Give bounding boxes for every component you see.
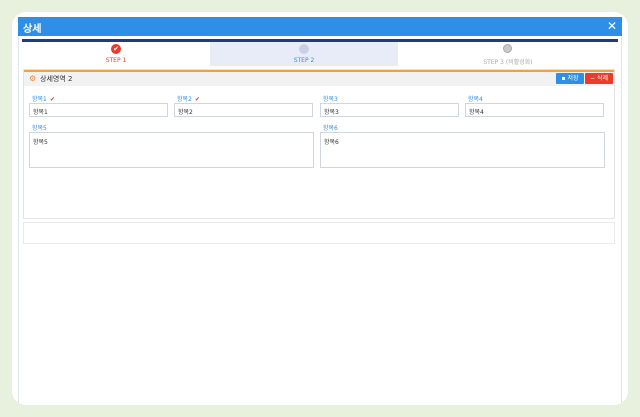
dialog-title: 상세: [23, 24, 42, 35]
save-label: 저장: [567, 75, 579, 82]
save-icon: ▪: [561, 75, 566, 82]
field-1-input[interactable]: 항목1: [29, 103, 168, 117]
field-1-label: 항목1 ✔: [32, 96, 55, 103]
field-6-label: 항목6: [323, 125, 338, 132]
dialog-content: ✔ STEP 1 STEP 2 STEP 3 (비활성화) ⚙ 상세영역 2 ▪…: [18, 36, 622, 405]
gear-icon: ⚙: [29, 74, 37, 83]
delete-icon: −: [590, 75, 596, 82]
section-title: 상세영역 2: [40, 75, 73, 83]
step-2-indicator-icon: [299, 44, 309, 54]
field-3-input[interactable]: 항목3: [320, 103, 459, 117]
detail-section: ⚙ 상세영역 2 ▪ 저장 − 삭제 항목1 ✔ 항목2 ✔ 항목3 항목4 항…: [23, 69, 615, 219]
dialog-titlebar: 상세 ✕: [18, 17, 622, 36]
step-2[interactable]: STEP 2: [210, 42, 398, 66]
step-1[interactable]: ✔ STEP 1: [22, 42, 210, 66]
field-4-label: 항목4: [468, 96, 483, 103]
check-icon: ✔: [194, 96, 200, 103]
bottom-panel: [23, 222, 615, 244]
field-3-label: 항목3: [323, 96, 338, 103]
step-3: STEP 3 (비활성화): [398, 42, 618, 66]
step-1-label: STEP 1: [105, 57, 127, 64]
step-3-label: STEP 3 (비활성화): [483, 59, 533, 66]
step-3-indicator-icon: [503, 44, 512, 53]
check-icon: ✔: [49, 96, 55, 103]
delete-button[interactable]: − 삭제: [585, 73, 613, 84]
check-icon: ✔: [111, 44, 121, 54]
field-6-textarea[interactable]: 항목6: [320, 132, 605, 168]
field-5-label: 항목5: [32, 125, 47, 132]
step-2-label: STEP 2: [293, 57, 315, 64]
save-button[interactable]: ▪ 저장: [556, 73, 584, 84]
close-icon[interactable]: ✕: [607, 18, 617, 34]
app-frame: 상세 ✕ ✔ STEP 1 STEP 2 STEP 3 (비활성화) ⚙ 상세영…: [12, 12, 628, 405]
field-2-label: 항목2 ✔: [177, 96, 200, 103]
field-2-input[interactable]: 항목2: [174, 103, 313, 117]
section-header: ⚙ 상세영역 2 ▪ 저장 − 삭제: [24, 70, 614, 86]
delete-label: 삭제: [596, 75, 608, 82]
field-4-input[interactable]: 항목4: [465, 103, 604, 117]
field-5-textarea[interactable]: 항목5: [29, 132, 314, 168]
stepper: ✔ STEP 1 STEP 2 STEP 3 (비활성화): [22, 42, 618, 66]
